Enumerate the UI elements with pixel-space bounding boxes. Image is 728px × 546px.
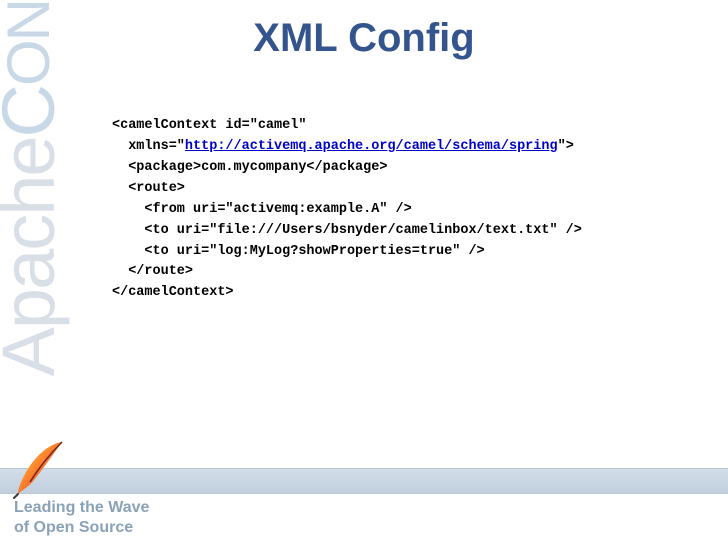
code-line: </camelContext>: [112, 285, 234, 300]
code-line: <camelContext id="camel": [112, 118, 306, 133]
footer-tagline: Leading the Wave of Open Source: [14, 498, 149, 538]
page-title: XML Config: [0, 16, 728, 61]
code-line: <from uri="activemq:example.A" />: [112, 202, 412, 217]
tagline-line1: Leading the Wave: [14, 498, 149, 518]
brand-text-apache: Apache: [0, 137, 70, 376]
code-line: <package>com.mycompany</package>: [112, 160, 387, 175]
code-line: <to uri="file:///Users/bsnyder/camelinbo…: [112, 223, 582, 238]
code-line: <route>: [112, 181, 185, 196]
xml-code-block: <camelContext id="camel" xmlns="http://a…: [112, 116, 582, 304]
apache-feather-icon: [8, 436, 72, 500]
code-line: ">: [558, 139, 574, 154]
footer-band: [0, 468, 728, 494]
code-line: xmlns=": [112, 139, 185, 154]
schema-url-link[interactable]: http://activemq.apache.org/camel/schema/…: [185, 139, 558, 154]
tagline-line2: of Open Source: [14, 518, 149, 538]
code-line: </route>: [112, 264, 193, 279]
code-line: <to uri="log:MyLog?showProperties=true" …: [112, 244, 485, 259]
